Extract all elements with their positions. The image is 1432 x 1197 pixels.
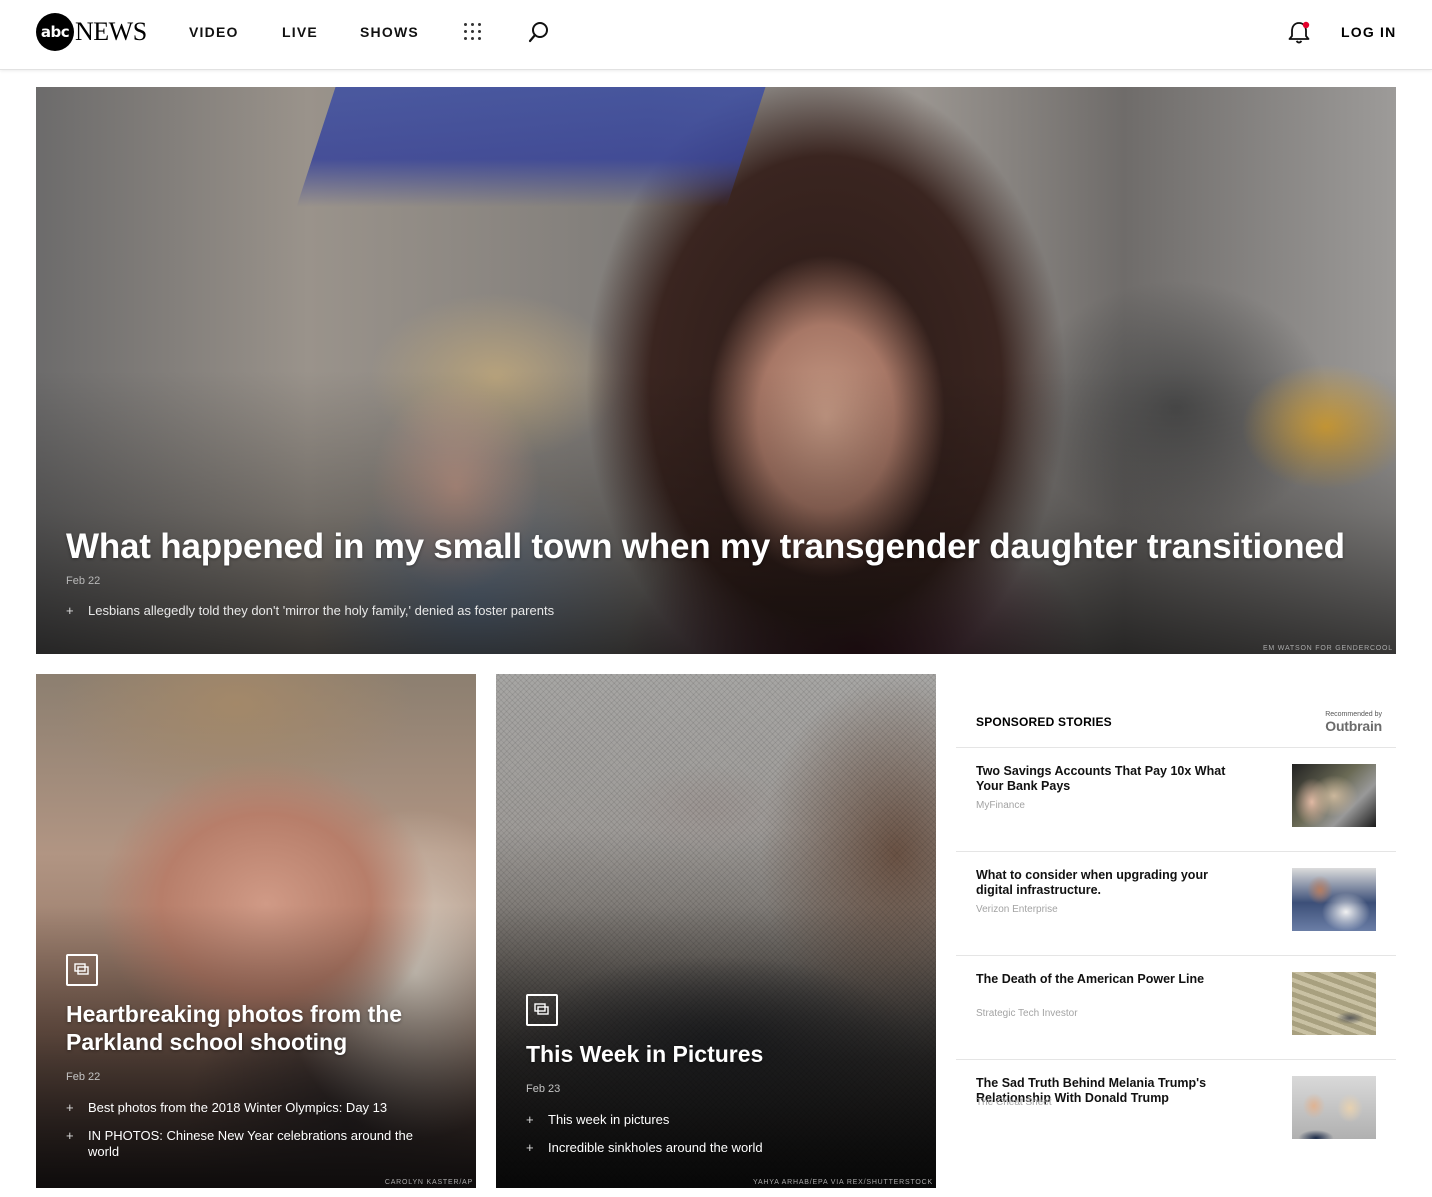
outbrain-logo: Outbrain <box>1325 718 1382 734</box>
photo-credit: EM WATSON FOR GENDERCOOL <box>1262 645 1393 652</box>
card-image-overlay <box>496 674 936 1188</box>
card-title[interactable]: Heartbreaking photos from the Parkland s… <box>66 1000 402 1056</box>
news-logo-word: NEWS <box>75 17 147 46</box>
gallery-icon <box>526 994 558 1026</box>
sponsored-source: MyFinance <box>976 800 1025 811</box>
sponsored-thumbnail <box>1292 972 1376 1035</box>
abc-news-logo[interactable]: abc NEWS <box>36 13 147 51</box>
hero-story[interactable]: What happened in my small town when my t… <box>36 87 1396 654</box>
login-link[interactable]: LOG IN <box>1341 24 1396 40</box>
notification-bell-icon[interactable] <box>1287 20 1313 51</box>
hero-image-overlay <box>36 87 1396 654</box>
card-related-link[interactable]: + IN PHOTOS: Chinese New Year celebration… <box>66 1128 446 1160</box>
card-related-link[interactable]: + Incredible sinkholes around the world <box>526 1140 906 1156</box>
hero-related-link[interactable]: + Lesbians allegedly told they don't 'mir… <box>66 603 554 618</box>
card-title-line: Parkland school shooting <box>66 1029 348 1055</box>
card-related-text: IN PHOTOS: Chinese New Year celebrations… <box>88 1128 413 1159</box>
sponsored-thumbnail <box>1292 764 1376 827</box>
sponsored-item[interactable]: The Sad Truth Behind Melania Trump's Rel… <box>956 1060 1396 1164</box>
sponsored-source: Strategic Tech Investor <box>976 1008 1078 1019</box>
hero-title[interactable]: What happened in my small town when my t… <box>66 527 1366 567</box>
gallery-icon <box>66 954 98 986</box>
sponsored-source: The Cheat Sheet <box>976 1097 1052 1108</box>
sponsored-source: Verizon Enterprise <box>976 904 1058 915</box>
notification-dot <box>1302 21 1310 29</box>
card-related-text: This week in pictures <box>548 1112 670 1127</box>
card-date: Feb 23 <box>526 1083 561 1095</box>
photo-credit: YAHYA ARHAB/EPA VIA REX/SHUTTERSTOCK <box>753 1179 933 1186</box>
hero-date: Feb 22 <box>66 575 101 587</box>
hero-related-text: Lesbians allegedly told they don't 'mirr… <box>88 603 555 618</box>
card-related-text: Best photos from the 2018 Winter Olympic… <box>88 1100 388 1115</box>
nav-live[interactable]: LIVE <box>282 24 318 40</box>
plus-icon: + <box>526 1140 534 1155</box>
card-related-link[interactable]: + This week in pictures <box>526 1112 906 1128</box>
plus-icon: + <box>66 1128 74 1143</box>
sponsored-item[interactable]: What to consider when upgrading your dig… <box>956 852 1396 956</box>
sponsored-headline: What to consider when upgrading your dig… <box>976 868 1208 897</box>
card-title-line: Heartbreaking photos from the <box>66 1001 403 1027</box>
nav-shows[interactable]: SHOWS <box>360 24 419 40</box>
sponsored-headline: Two Savings Accounts That Pay 10x What Y… <box>976 764 1226 793</box>
sponsored-thumbnail <box>1292 868 1376 931</box>
sponsored-item[interactable]: Two Savings Accounts That Pay 10x What Y… <box>956 748 1396 852</box>
plus-icon: + <box>526 1112 534 1127</box>
plus-icon: + <box>66 1100 74 1115</box>
card-related-link[interactable]: + Best photos from the 2018 Winter Olympi… <box>66 1100 446 1116</box>
sponsored-thumbnail <box>1292 1076 1376 1139</box>
story-card-week-in-pictures[interactable]: This Week in Pictures Feb 23 + This week … <box>496 674 936 1188</box>
story-card-parkland[interactable]: Heartbreaking photos from the Parkland s… <box>36 674 476 1188</box>
photo-credit: CAROLYN KASTER/AP <box>384 1179 473 1186</box>
search-icon[interactable] <box>528 21 550 48</box>
sponsored-header: SPONSORED STORIES Recommended by Outbrai… <box>956 674 1396 748</box>
abc-logo-mark: abc <box>36 13 74 51</box>
sponsored-heading: SPONSORED STORIES <box>976 715 1112 729</box>
sponsored-stories-widget: SPONSORED STORIES Recommended by Outbrai… <box>956 674 1396 1188</box>
plus-icon: + <box>66 603 74 618</box>
recommended-by-label: Recommended by <box>1325 711 1382 718</box>
card-related-text: Incredible sinkholes around the world <box>548 1140 763 1155</box>
sponsored-item[interactable]: The Death of the American Power Line Str… <box>956 956 1396 1060</box>
sponsored-headline: The Death of the American Power Line <box>976 972 1205 986</box>
apps-grid-icon[interactable] <box>464 23 482 41</box>
card-title[interactable]: This Week in Pictures <box>526 1040 763 1068</box>
card-date: Feb 22 <box>66 1071 101 1083</box>
nav-video[interactable]: VIDEO <box>189 24 239 40</box>
outbrain-badge[interactable]: Recommended by Outbrain <box>1325 711 1382 734</box>
site-header: abc NEWS VIDEO LIVE SHOWS LOG IN <box>0 0 1432 70</box>
